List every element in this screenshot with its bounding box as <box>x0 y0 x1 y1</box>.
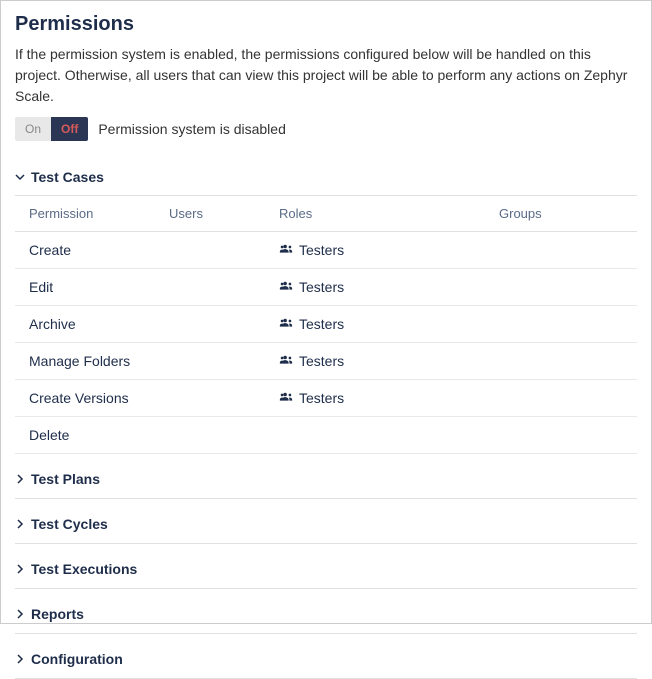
section-collapsed: Test Cycles <box>15 505 637 544</box>
role-label: Testers <box>299 390 344 406</box>
table-header: Permission Users Roles Groups <box>15 196 637 232</box>
chevron-right-icon <box>15 519 25 529</box>
chevron-right-icon <box>15 609 25 619</box>
chevron-right-icon <box>15 654 25 664</box>
chevron-right-icon <box>15 474 25 484</box>
table-row[interactable]: Create Testers <box>15 232 637 269</box>
description-text: If the permission system is enabled, the… <box>15 44 637 107</box>
users-icon <box>279 280 293 294</box>
role-label: Testers <box>299 353 344 369</box>
section-title: Test Plans <box>31 471 100 487</box>
users-icon <box>279 354 293 368</box>
section-header[interactable]: Test Plans <box>15 460 637 499</box>
cell-permission: Create Versions <box>29 390 169 406</box>
table-row[interactable]: Manage Folders Testers <box>15 343 637 380</box>
section-title: Test Executions <box>31 561 137 577</box>
toggle-status-text: Permission system is disabled <box>98 121 286 137</box>
section-header[interactable]: Configuration <box>15 640 637 679</box>
role-label: Testers <box>299 316 344 332</box>
section-title: Test Cycles <box>31 516 108 532</box>
section-title: Reports <box>31 606 84 622</box>
users-icon <box>279 317 293 331</box>
users-icon <box>279 243 293 257</box>
cell-permission: Edit <box>29 279 169 295</box>
role-label: Testers <box>299 279 344 295</box>
table-row[interactable]: Delete <box>15 417 637 454</box>
cell-roles: Testers <box>279 242 499 258</box>
col-header-groups: Groups <box>499 206 623 221</box>
section-title: Test Cases <box>31 169 104 185</box>
col-header-users: Users <box>169 206 279 221</box>
page-title: Permissions <box>15 13 637 36</box>
cell-roles: Testers <box>279 316 499 332</box>
section-collapsed: Configuration <box>15 640 637 679</box>
section-test-cases: Test Cases Permission Users Roles Groups… <box>15 159 637 454</box>
table-row[interactable]: Archive Testers <box>15 306 637 343</box>
table-row[interactable]: Edit Testers <box>15 269 637 306</box>
section-title: Configuration <box>31 651 123 667</box>
permissions-table: Permission Users Roles Groups Create Test… <box>15 196 637 454</box>
col-header-permission: Permission <box>29 206 169 221</box>
section-collapsed: Test Plans <box>15 460 637 499</box>
toggle-off[interactable]: Off <box>51 117 88 141</box>
chevron-down-icon <box>15 172 25 182</box>
cell-permission: Delete <box>29 427 169 443</box>
section-collapsed: Reports <box>15 595 637 634</box>
section-header[interactable]: Test Executions <box>15 550 637 589</box>
toggle-row: On Off Permission system is disabled <box>15 117 637 141</box>
section-header-test-cases[interactable]: Test Cases <box>15 159 637 196</box>
table-row[interactable]: Create Versions Testers <box>15 380 637 417</box>
cell-permission: Manage Folders <box>29 353 169 369</box>
chevron-right-icon <box>15 564 25 574</box>
role-label: Testers <box>299 242 344 258</box>
cell-roles: Testers <box>279 279 499 295</box>
cell-roles: Testers <box>279 353 499 369</box>
cell-permission: Archive <box>29 316 169 332</box>
permission-toggle[interactable]: On Off <box>15 117 88 141</box>
cell-permission: Create <box>29 242 169 258</box>
toggle-on[interactable]: On <box>15 117 51 141</box>
col-header-roles: Roles <box>279 206 499 221</box>
cell-roles: Testers <box>279 390 499 406</box>
section-header[interactable]: Reports <box>15 595 637 634</box>
users-icon <box>279 391 293 405</box>
section-collapsed: Test Executions <box>15 550 637 589</box>
section-header[interactable]: Test Cycles <box>15 505 637 544</box>
